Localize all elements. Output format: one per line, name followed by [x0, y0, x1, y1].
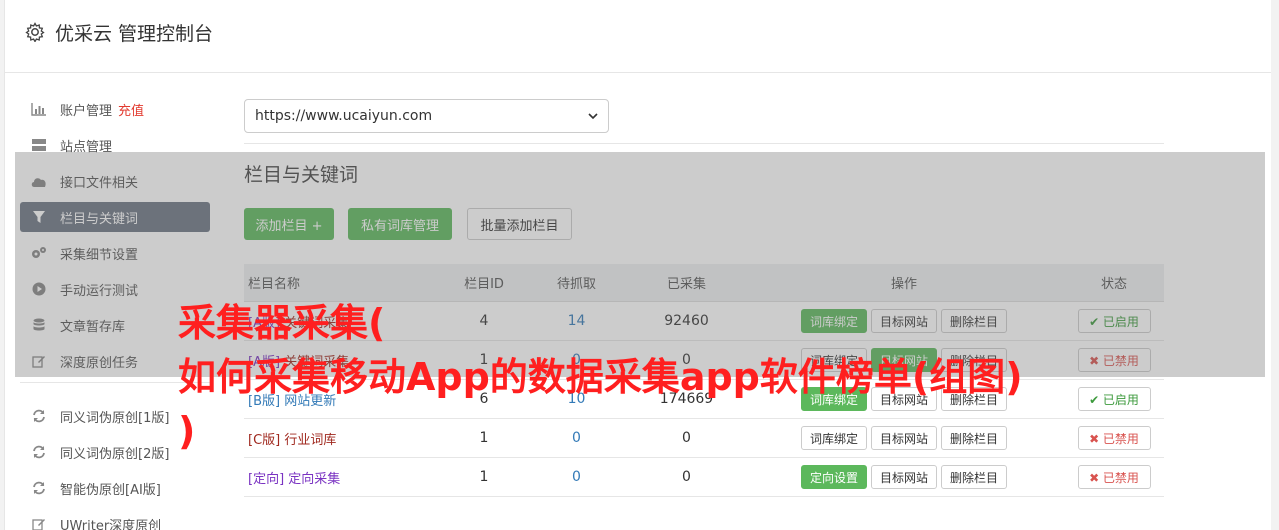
batch-add-column-button[interactable]: 批量添加栏目 [467, 208, 572, 240]
delete-column-button[interactable]: 删除栏目 [941, 465, 1008, 489]
sidebar-item-ai-rewrite[interactable]: 智能伪原创[AI版] [20, 473, 210, 503]
gear-icon [25, 22, 45, 42]
header-name: 栏目名称 [248, 277, 301, 292]
bar-chart-icon [30, 100, 48, 118]
divider [244, 143, 1164, 144]
private-lexicon-button[interactable]: 私有词库管理 [348, 208, 452, 240]
header-status: 状态 [1100, 277, 1127, 292]
sidebar-item-account[interactable]: 账户管理 充值 [20, 94, 210, 124]
row-tag: [定向] [248, 471, 285, 487]
sidebar-item-label: 同义词伪原创[1版] [60, 410, 170, 426]
database-icon [30, 316, 48, 334]
refresh-icon [30, 479, 48, 497]
gears-icon [30, 244, 48, 262]
page-title: 优采云 管理控制台 [55, 23, 214, 45]
row-done: 0 [682, 469, 691, 485]
status-badge[interactable]: ✖ 已禁用 [1077, 465, 1151, 489]
sidebar-item-interface[interactable]: 接口文件相关 [20, 166, 210, 196]
row-name[interactable]: 定向采集 [288, 472, 340, 487]
sidebar-item-label: 文章暂存库 [60, 319, 126, 335]
banner-line-2: 如何采集移动App的数据采集app软件榜单(组图) [178, 355, 1023, 399]
header-wait: 待抓取 [556, 277, 596, 292]
sidebar-item-label: 深度原创任务 [60, 355, 139, 371]
add-column-button[interactable]: 添加栏目 + [244, 208, 334, 240]
sidebar-item-label: 站点管理 [60, 139, 113, 155]
row-wait[interactable]: 0 [524, 469, 629, 485]
row-id: 1 [479, 469, 489, 485]
sidebar-item-label: 栏目与关键词 [60, 211, 139, 227]
watermark-banner: 采集器采集( 如何采集移动App的数据采集app软件榜单(组图) ) [178, 296, 1178, 458]
sidebar-item-label: 账户管理 [60, 103, 113, 119]
server-icon [30, 136, 48, 154]
sidebar-item-label: 同义词伪原创[2版] [60, 446, 170, 462]
banner-line-1: 采集器采集( [178, 301, 386, 345]
header: 优采云 管理控制台 [5, 0, 1274, 73]
edit-icon [30, 515, 48, 530]
directed-settings-button[interactable]: 定向设置 [800, 465, 867, 489]
sidebar-item-label: 智能伪原创[AI版] [60, 482, 161, 498]
refresh-icon [30, 443, 48, 461]
sidebar-item-label: 手动运行测试 [60, 283, 139, 299]
sidebar-item-columns[interactable]: 栏目与关键词 [20, 202, 210, 232]
site-select[interactable]: https://www.ucaiyun.com [244, 99, 609, 133]
sidebar-item-label: 采集细节设置 [60, 247, 139, 263]
recharge-link[interactable]: 充值 [118, 100, 144, 119]
section-title: 栏目与关键词 [244, 164, 359, 186]
edit-icon [30, 352, 48, 370]
play-icon [30, 280, 48, 298]
sidebar-item-collect-settings[interactable]: 采集细节设置 [20, 238, 210, 268]
header-ops: 操作 [890, 277, 917, 292]
refresh-icon [30, 407, 48, 425]
filter-icon [30, 208, 48, 226]
scrollbar[interactable] [1271, 0, 1279, 530]
header-id: 栏目ID [464, 277, 504, 292]
table-row: [定向] 定向采集 1 0 0 定向设置 目标网站 删除栏目 ✖ 已禁用 [244, 458, 1164, 497]
sidebar-item-label: UWriter深度原创 [60, 518, 162, 530]
sidebar-item-sites[interactable]: 站点管理 [20, 130, 210, 160]
sidebar-item-uwriter[interactable]: UWriter深度原创 [20, 509, 210, 530]
header-done: 已采集 [666, 277, 706, 292]
target-site-button[interactable]: 目标网站 [870, 465, 937, 489]
cloud-upload-icon [30, 172, 48, 190]
banner-line-3: ) [178, 409, 196, 453]
site-select-value: https://www.ucaiyun.com [255, 108, 433, 124]
sidebar-item-label: 接口文件相关 [60, 175, 139, 191]
chevron-down-icon [588, 113, 598, 120]
